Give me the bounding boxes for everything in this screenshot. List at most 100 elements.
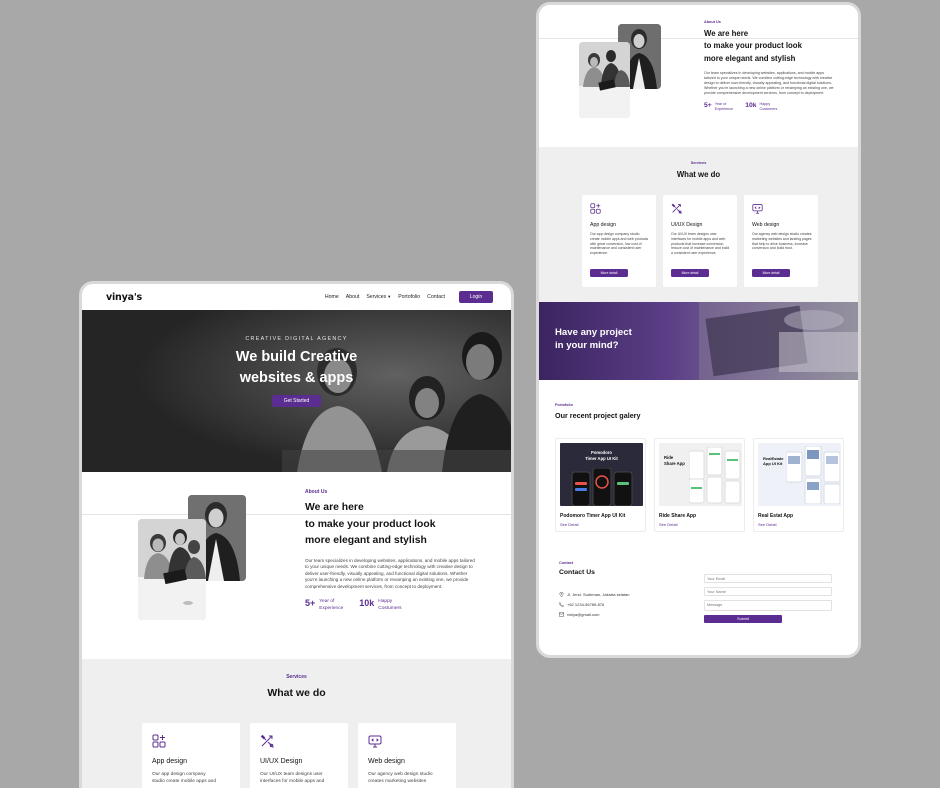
chevron-down-icon: ▼	[387, 294, 392, 299]
about-title-line: We are here	[704, 29, 749, 38]
service-card-web[interactable]: Web design Our agency web design studio c…	[358, 723, 456, 788]
hero-eyebrow: CREATIVE DIGITAL AGENCY	[245, 336, 348, 342]
service-card-uiux[interactable]: UI/UX Design Our UI/UX team designs user…	[663, 195, 737, 287]
navbar: vinya's Home About Services▼ Portofolio …	[82, 284, 511, 310]
card-text: Our agency web design studio creates mark…	[368, 772, 433, 786]
portfolio-eyebrow: Portofolio	[555, 403, 573, 407]
submit-button[interactable]: Submit	[704, 615, 782, 623]
see-detail-link[interactable]: See Detail	[758, 522, 776, 527]
project-thumbnail: Ride Share App	[659, 443, 742, 506]
card-text-line: creates marketing websites	[368, 778, 427, 784]
stat-label-line: Experience	[319, 605, 344, 611]
about-title-line: more elegant and stylish	[305, 535, 427, 546]
card-title: UI/UX Design	[671, 222, 703, 228]
phone-icon	[559, 602, 564, 607]
service-card-app[interactable]: App design Our app design company studio …	[142, 723, 240, 788]
nav-link-home[interactable]: Home	[325, 294, 339, 300]
stat-label-line: Year of	[714, 102, 727, 107]
phone-screens-illustration	[786, 446, 840, 504]
services-section: Services What we do App design Our app d…	[82, 659, 511, 788]
monitor-code-icon	[752, 203, 763, 214]
project-card-pomodoro[interactable]: Pomodoro Timer App UI Kit Podomoro Timer …	[555, 438, 646, 532]
apps-icon	[590, 203, 601, 214]
hero-content: CREATIVE DIGITAL AGENCY We build Creativ…	[82, 336, 511, 407]
nav-link-about[interactable]: About	[346, 294, 360, 300]
about-section: About Us We are here to make your produc…	[82, 472, 511, 659]
stat-label: Happy Costumers	[378, 598, 401, 612]
see-detail-link[interactable]: See Detail	[560, 522, 578, 527]
stat-number: 5+	[704, 102, 712, 110]
portfolio-header: Portofolio Our recent project galery	[555, 403, 640, 420]
about-photo-front	[579, 42, 630, 118]
phone-row: +62 1234-56789-876	[559, 602, 604, 607]
stat-experience: 5+ Year of Experience	[305, 598, 343, 612]
team-photo	[579, 42, 630, 118]
email-field[interactable]: Your Email	[704, 574, 832, 583]
more-detail-button[interactable]: More detail	[671, 269, 709, 277]
message-field[interactable]: Message	[704, 600, 832, 611]
project-name: Podomoro Timer App UI Kit	[560, 513, 626, 519]
stat-customers: 10k Happy Costumers	[745, 102, 777, 112]
hero-title-line: websites & apps	[239, 370, 354, 386]
email-text: viniya@gmail.com	[567, 612, 600, 617]
project-banner: Have any project in your mind?	[539, 302, 858, 380]
project-name: Ride Share App	[659, 513, 697, 519]
get-started-button[interactable]: Get Started	[271, 395, 322, 407]
logo[interactable]: vinya's	[106, 292, 142, 303]
nav-link-contact[interactable]: Contact	[427, 294, 445, 300]
stat-label: Happy Costumers	[760, 102, 778, 112]
team-photo	[138, 519, 206, 620]
desktop-mockup: vinya's Home About Services▼ Portofolio …	[79, 281, 514, 788]
card-text: Our UI/UX team designs user interfaces fo…	[260, 772, 324, 786]
about-title: We are here to make your product look mo…	[704, 28, 844, 65]
hero-title-line: We build Creative	[235, 349, 358, 365]
thumbnail-caption: Pomodoro Timer App UI Kit	[560, 450, 643, 461]
services-header: Services What we do	[82, 659, 511, 699]
name-field[interactable]: Your Name	[704, 587, 832, 596]
more-detail-button[interactable]: More detail	[752, 269, 790, 277]
project-card-realestate[interactable]: RealEstate App UI Kit Real Estat App See …	[753, 438, 844, 532]
apps-icon	[152, 734, 166, 748]
nav-link-services[interactable]: Services▼	[366, 294, 391, 300]
nav-links: Home About Services▼ Portofolio Contact	[325, 294, 445, 300]
services-title: What we do	[676, 170, 721, 179]
about-title-line: We are here	[305, 502, 364, 513]
contact-header: Contact Contact Us	[559, 561, 595, 576]
stat-number: 10k	[745, 102, 757, 110]
see-detail-link[interactable]: See Detail	[659, 522, 677, 527]
nav-link-portfolio[interactable]: Portofolio	[398, 294, 420, 300]
hero-title: We build Creative websites & apps	[82, 347, 511, 389]
card-title: App design	[152, 758, 188, 765]
contact-title: Contact Us	[559, 569, 595, 576]
card-text-line: Our UI/UX team designs user	[260, 772, 323, 777]
service-card-web[interactable]: Web design Our agency web design studio …	[744, 195, 818, 287]
service-card-app[interactable]: App design Our app design company studio…	[582, 195, 656, 287]
card-text-line: interfaces for mobile apps and	[260, 778, 325, 784]
services-eyebrow: Services	[286, 674, 307, 680]
phone-screens-illustration	[689, 447, 741, 504]
project-card-rideshare[interactable]: Ride Share App Ride Share App See Detail	[654, 438, 745, 532]
about-title-line: to make your product look	[704, 41, 802, 51]
card-text-line: studio create mobile apps and	[152, 778, 216, 784]
address-row: Jl. Jend. Sudirman, Jakarta selatan	[559, 592, 629, 597]
about-text: Our team specializes in developing websi…	[305, 557, 475, 589]
thumbnail-caption-line: Timer App UI Kit	[585, 455, 618, 461]
stat-customers: 10k Happy Costumers	[359, 598, 401, 612]
login-button[interactable]: Login	[459, 291, 493, 303]
about-content: About Us We are here to make your produc…	[305, 489, 485, 612]
portfolio-section: Portofolio Our recent project galery Pom…	[539, 380, 858, 540]
phone-screens-illustration	[571, 468, 633, 506]
services-section: Services What we do App design Our app d…	[539, 147, 858, 302]
stat-label: Year of Experience	[715, 102, 733, 112]
banner-line: Have any project	[555, 327, 632, 338]
about-eyebrow: About Us	[704, 20, 721, 24]
portfolio-title: Our recent project galery	[555, 411, 641, 420]
more-detail-button[interactable]: More detail	[590, 269, 628, 277]
services-header: Services What we do	[539, 147, 858, 179]
about-title-line: more elegant and stylish	[704, 53, 796, 63]
about-eyebrow: About Us	[305, 489, 328, 495]
service-card-uiux[interactable]: UI/UX Design Our UI/UX team designs user…	[250, 723, 348, 788]
services-title: What we do	[267, 687, 326, 699]
stat-number: 5+	[305, 598, 316, 609]
about-section: About Us We are here to make your produc…	[539, 5, 858, 147]
